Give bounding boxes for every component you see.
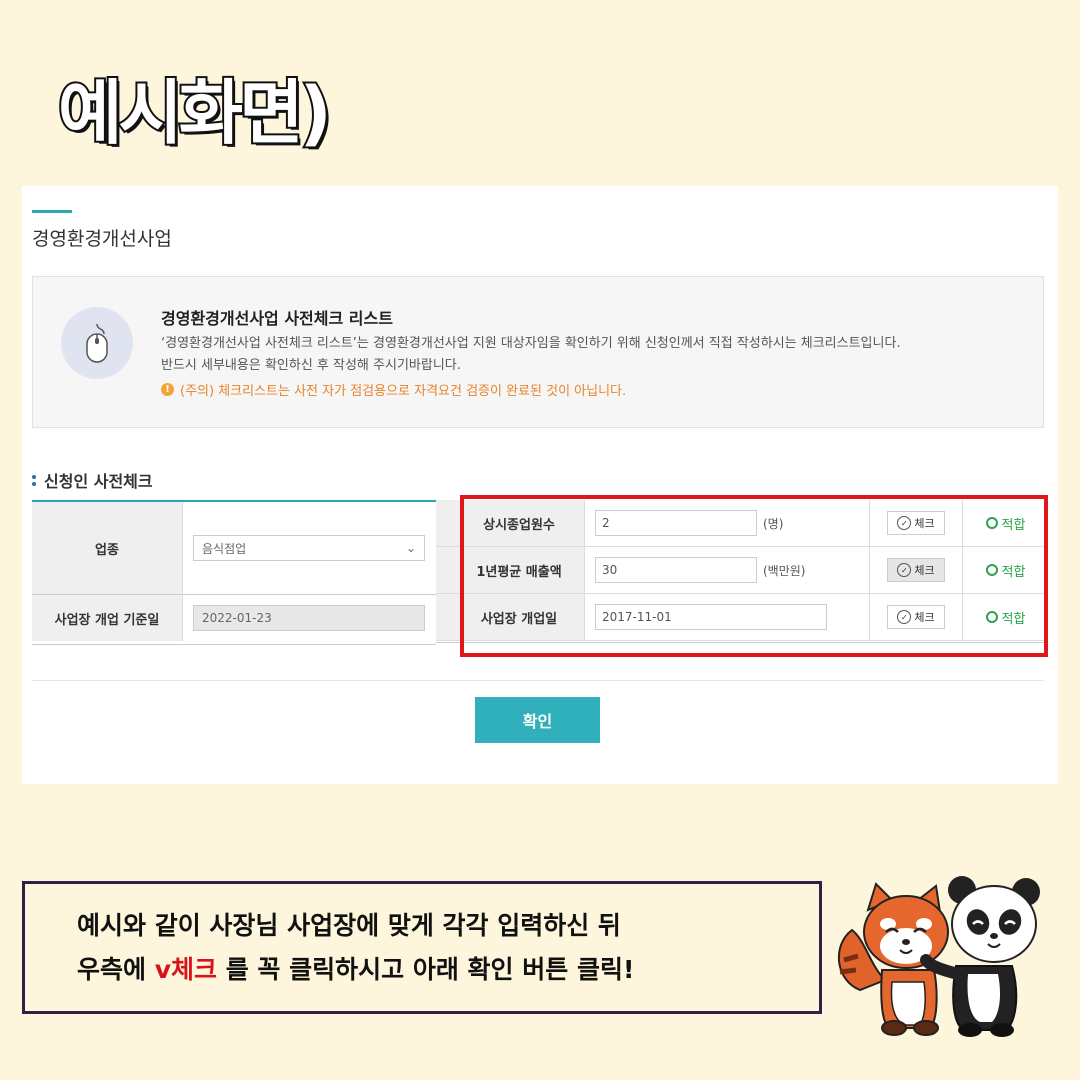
confirm-button[interactable]: 확인: [475, 697, 600, 743]
info-box: 경영환경개선사업 사전체크 리스트 ‘경영환경개선사업 사전체크 리스트’는 경…: [32, 276, 1044, 428]
warning-text: (주의) 체크리스트는 사전 자가 점검용으로 자격요건 검증이 완료된 것이 …: [180, 384, 627, 399]
divider: [32, 680, 1044, 681]
chevron-down-icon: ⌄: [405, 541, 416, 555]
row-open-date-basis: 사업장 개업 기준일 2022-01-23: [32, 595, 436, 641]
instruction-line1: 예시와 같이 사장님 사업장에 맞게 각각 입력하신 뒤: [77, 910, 621, 940]
open-date-basis-field: 2022-01-23: [193, 605, 425, 631]
section-header: 신청인 사전체크: [32, 468, 153, 492]
screenshot-panel: 경영환경개선사업 경영환경개선사업 사전체크 리스트 ‘경영환경개선사업 사전체…: [22, 186, 1058, 784]
info-desc-line2: 반드시 세부내용은 확인하신 후 작성해 주시기바랍니다.: [161, 358, 461, 373]
headline: 예시화면): [56, 72, 334, 154]
left-table: 업종 음식점업 ⌄ 사업장 개업 기준일 2022-01-23: [32, 500, 436, 645]
industry-select[interactable]: 음식점업 ⌄: [193, 535, 425, 561]
exclamation-icon: !: [161, 383, 174, 396]
page-title: 경영환경개선사업: [32, 228, 172, 250]
row-industry: 업종 음식점업 ⌄: [32, 502, 436, 595]
open-date-basis-label: 사업장 개업 기준일: [32, 595, 183, 641]
title-accent-bar: [32, 210, 72, 213]
bullet-icon: [32, 474, 36, 486]
red-panda-and-panda-mascots: [837, 876, 1040, 1037]
mouse-icon: [61, 307, 133, 379]
red-highlight-box: [460, 495, 1048, 657]
section-title: 신청인 사전체크: [44, 472, 153, 491]
instruction-box: 예시와 같이 사장님 사업장에 맞게 각각 입력하신 뒤 우측에 v체크 를 꼭…: [22, 881, 822, 1014]
info-title: 경영환경개선사업 사전체크 리스트: [161, 309, 393, 328]
info-description: ‘경영환경개선사업 사전체크 리스트’는 경영환경개선사업 지원 대상자임을 확…: [161, 333, 901, 377]
industry-select-value: 음식점업: [202, 541, 247, 556]
info-desc-line1: ‘경영환경개선사업 사전체크 리스트’는 경영환경개선사업 지원 대상자임을 확…: [161, 336, 901, 351]
industry-label: 업종: [32, 502, 183, 594]
info-warning: ! (주의) 체크리스트는 사전 자가 점검용으로 자격요건 검증이 완료된 것…: [161, 380, 626, 399]
v-check-highlight: v체크: [154, 954, 218, 984]
instruction-line2: 우측에 v체크 를 꼭 클릭하시고 아래 확인 버튼 클릭!: [77, 954, 635, 984]
